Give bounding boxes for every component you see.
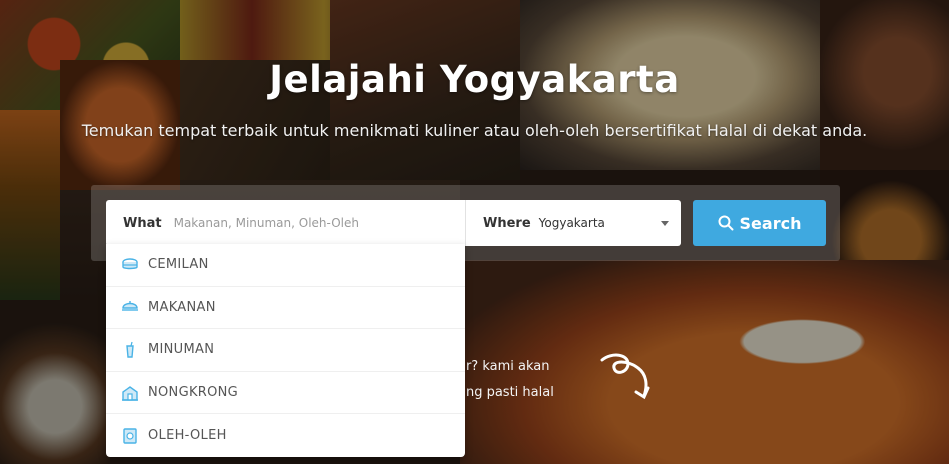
dropdown-item-label: OLEH-OLEH [148, 428, 227, 444]
caret-down-icon [661, 221, 669, 226]
partial-description: ar? kami akan ang pasti halal [458, 359, 554, 400]
search-button[interactable]: Search [693, 200, 826, 246]
dropdown-item-makanan[interactable]: MAKANAN [106, 287, 465, 330]
hero-title: Jelajahi Yogyakarta [269, 58, 680, 101]
snack-icon [121, 256, 139, 274]
search-button-label: Search [739, 213, 802, 233]
what-field[interactable]: What [106, 200, 465, 246]
souvenir-icon [121, 427, 139, 445]
dropdown-item-minuman[interactable]: MINUMAN [106, 329, 465, 372]
dropdown-item-label: NONGKRONG [148, 385, 239, 401]
search-icon [718, 215, 734, 231]
dropdown-item-label: MINUMAN [148, 342, 215, 358]
dropdown-item-oleh-oleh[interactable]: OLEH-OLEH [106, 414, 465, 457]
dropdown-item-nongkrong[interactable]: NONGKRONG [106, 372, 465, 415]
dropdown-item-label: CEMILAN [148, 257, 209, 273]
curly-arrow-icon [598, 350, 654, 406]
where-value: Yogyakarta [538, 216, 605, 230]
what-input[interactable] [171, 215, 376, 231]
drink-icon [121, 341, 139, 359]
hangout-icon [121, 384, 139, 402]
food-icon [121, 298, 139, 316]
what-label: What [123, 215, 162, 231]
category-dropdown: CEMILAN MAKANAN MINUMAN NONGKRONG OLEH-O… [106, 244, 465, 457]
where-select[interactable]: Where Yogyakarta [465, 200, 681, 246]
hero-subtitle: Temukan tempat terbaik untuk menikmati k… [81, 121, 868, 140]
dropdown-item-label: MAKANAN [148, 299, 216, 315]
where-label: Where [483, 215, 531, 231]
dropdown-item-cemilan[interactable]: CEMILAN [106, 244, 465, 287]
